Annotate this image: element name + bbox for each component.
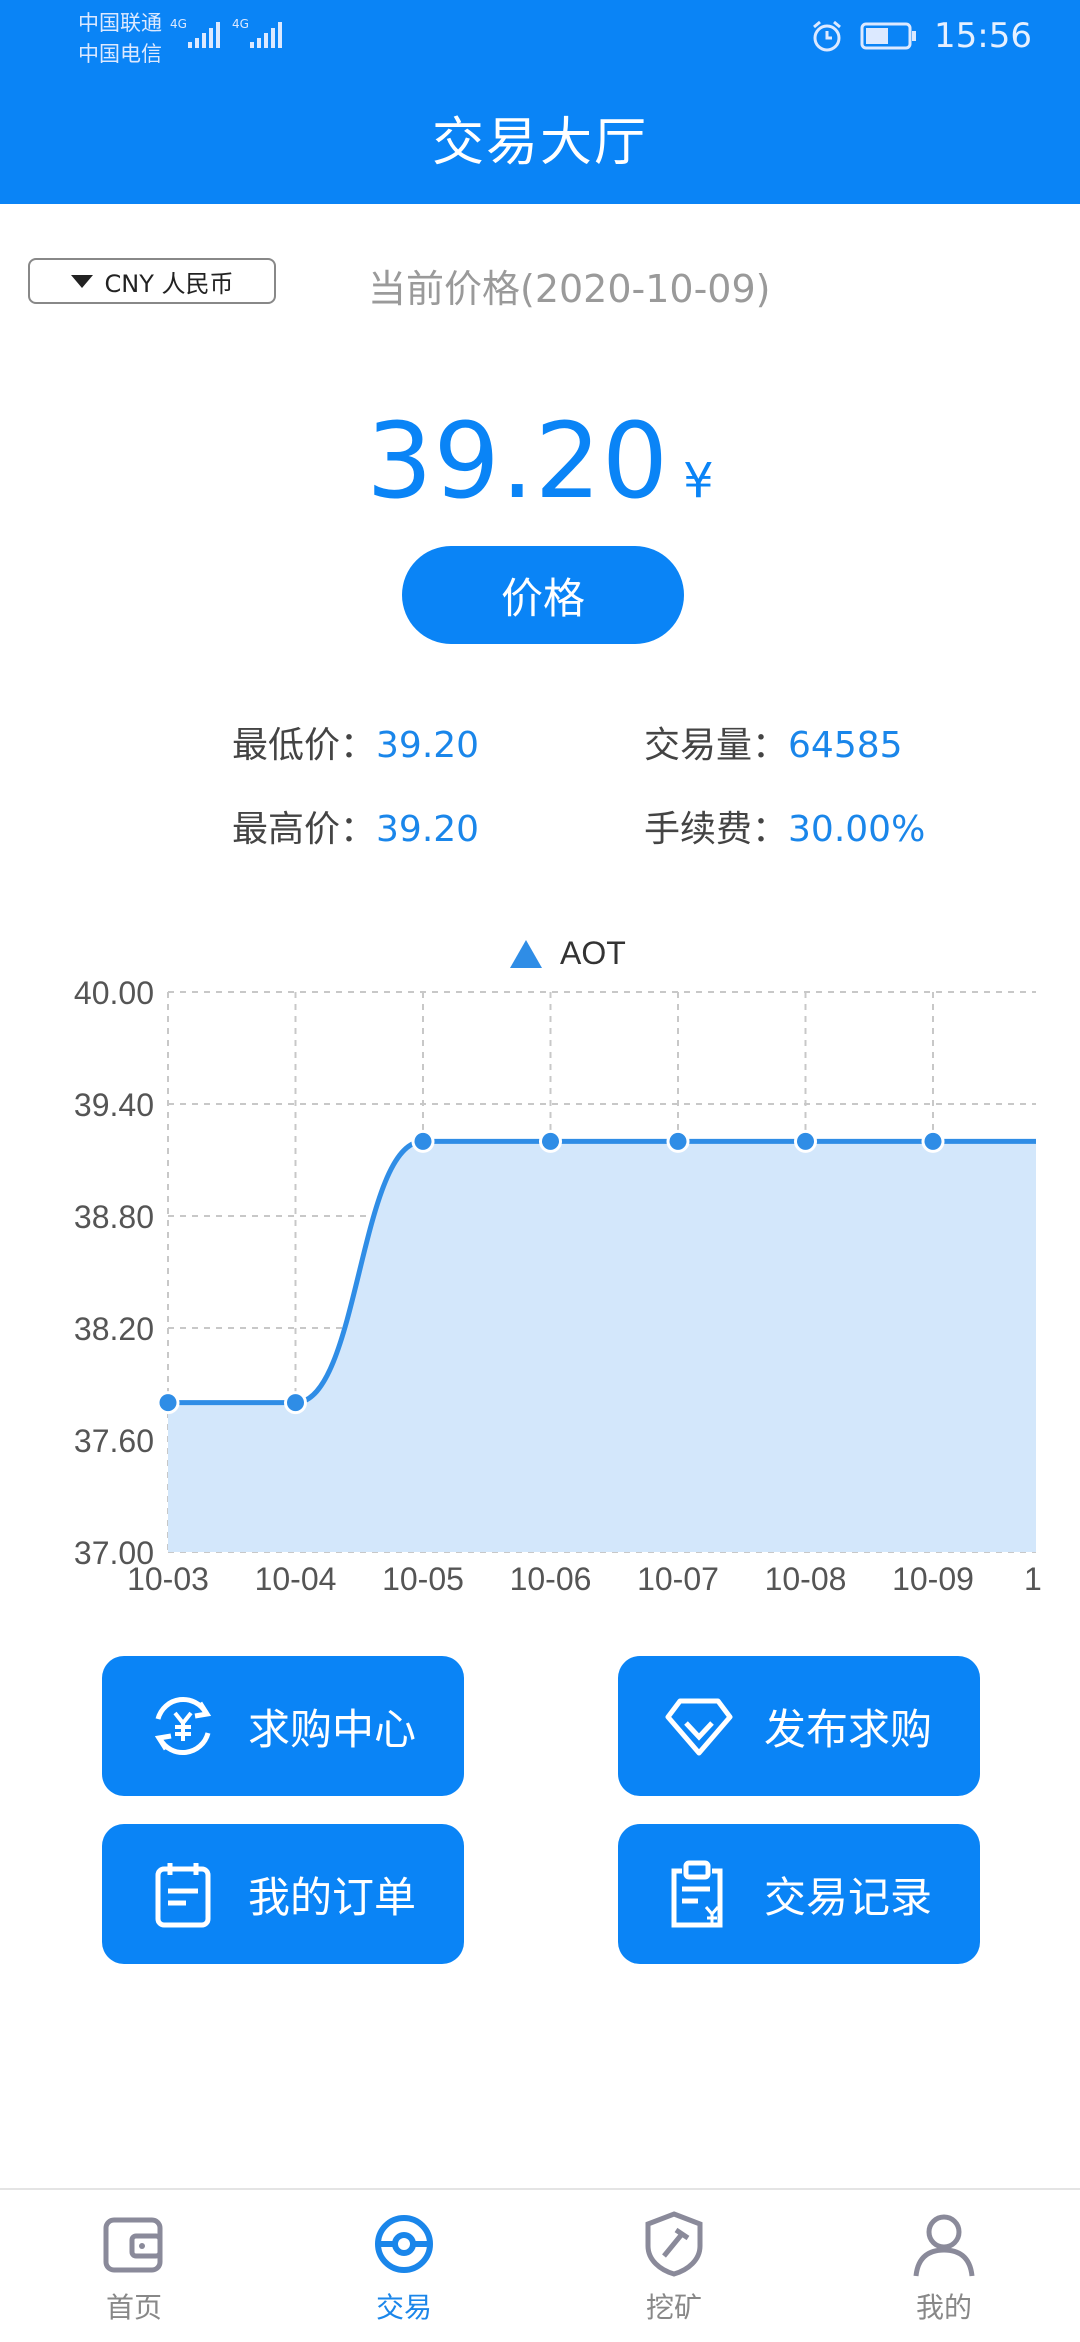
y-tick-label: 40.00 bbox=[74, 975, 154, 1011]
data-point bbox=[666, 1129, 690, 1153]
volume-value: 64585 bbox=[788, 725, 903, 766]
y-tick-label: 37.60 bbox=[74, 1423, 154, 1459]
caret-down-icon bbox=[70, 274, 93, 288]
publish-buy-label: 发布求购 bbox=[764, 1704, 933, 1754]
buy-center-label: 求购中心 bbox=[248, 1704, 417, 1754]
network-label-2: 4G bbox=[232, 17, 249, 31]
x-tick-label: 10-05 bbox=[382, 1561, 464, 1597]
legend-triangle-icon bbox=[510, 940, 542, 968]
max-price-value: 39.20 bbox=[376, 809, 480, 850]
publish-buy-button[interactable]: 发布求购 bbox=[618, 1656, 980, 1796]
buy-center-button[interactable]: 求购中心 bbox=[102, 1656, 464, 1796]
current-price: 39.20 bbox=[366, 400, 670, 522]
record-list-icon bbox=[671, 1860, 723, 1928]
trade-records-button[interactable]: 交易记录 bbox=[618, 1824, 980, 1964]
currency-selector[interactable]: CNY 人民币 bbox=[28, 258, 276, 304]
status-bar: 中国联通 中国电信 4G 4G 15:56 bbox=[0, 0, 1080, 72]
y-tick-label: 38.80 bbox=[74, 1199, 154, 1235]
diamond-icon bbox=[665, 1698, 733, 1756]
x-tick-label: 10-06 bbox=[510, 1561, 592, 1597]
min-price-stat: 最低价：39.20 bbox=[232, 716, 479, 768]
fee-stat: 手续费：30.00% bbox=[644, 800, 925, 852]
clock: 15:56 bbox=[934, 16, 1032, 56]
data-point bbox=[794, 1129, 817, 1153]
signal-icon: 4G bbox=[170, 17, 220, 48]
y-tick-label: 39.40 bbox=[74, 1087, 154, 1123]
carrier-2: 中国电信 bbox=[78, 42, 162, 66]
nav-trade-label: 交易 bbox=[375, 2291, 432, 2324]
min-price-value: 39.20 bbox=[376, 725, 480, 766]
fee-label: 手续费： bbox=[644, 809, 789, 850]
bottom-nav: 首页 交易 挖矿 我的 bbox=[0, 2188, 1080, 2342]
max-price-label: 最高价： bbox=[232, 809, 377, 850]
alarm-icon bbox=[813, 20, 841, 52]
currency-label: CNY 人民币 bbox=[104, 269, 234, 298]
nav-trade[interactable]: 交易 bbox=[314, 2208, 494, 2326]
data-point bbox=[284, 1391, 307, 1415]
x-tick-label: 10-04 bbox=[255, 1561, 337, 1597]
fee-value: 30.00% bbox=[788, 809, 926, 850]
price-button[interactable]: 价格 bbox=[402, 546, 684, 644]
min-price-label: 最低价： bbox=[232, 725, 377, 766]
wallet-icon bbox=[103, 2217, 163, 2273]
nav-home[interactable]: 首页 bbox=[44, 2208, 224, 2326]
x-tick-label: 1 bbox=[1024, 1561, 1042, 1597]
x-tick-label: 10-07 bbox=[637, 1561, 719, 1597]
x-tick-label: 10-08 bbox=[765, 1561, 847, 1597]
x-tick-label: 10-03 bbox=[127, 1561, 209, 1597]
shield-pickaxe-icon bbox=[645, 2211, 703, 2277]
data-point bbox=[921, 1129, 945, 1153]
my-orders-label: 我的订单 bbox=[248, 1872, 417, 1922]
network-label-1: 4G bbox=[170, 17, 187, 31]
data-point bbox=[411, 1129, 435, 1153]
order-clipboard-icon bbox=[155, 1863, 211, 1928]
data-point bbox=[156, 1391, 180, 1415]
volume-stat: 交易量：64585 bbox=[644, 716, 903, 768]
yen-exchange-icon bbox=[154, 1696, 212, 1756]
price-chart: AOT 37.0037.6038.2038.8039.4040.00 10-03… bbox=[74, 935, 1042, 1597]
my-orders-button[interactable]: 我的订单 bbox=[102, 1824, 464, 1964]
user-icon bbox=[913, 2214, 975, 2277]
y-tick-label: 38.20 bbox=[74, 1311, 154, 1347]
chart-legend: AOT bbox=[510, 935, 626, 971]
top-header: 中国联通 中国电信 4G 4G 15:56 交易大厅 bbox=[0, 0, 1080, 204]
current-price-date: 当前价格(2020-10-09) bbox=[368, 267, 771, 311]
signal-icon-2: 4G bbox=[232, 17, 282, 48]
nav-mine[interactable]: 我的 bbox=[854, 2208, 1034, 2326]
currency-symbol: ¥ bbox=[683, 453, 714, 509]
max-price-stat: 最高价：39.20 bbox=[232, 800, 479, 852]
volume-label: 交易量： bbox=[644, 725, 789, 766]
x-tick-label: 10-09 bbox=[892, 1561, 974, 1597]
carrier-1: 中国联通 bbox=[78, 11, 162, 35]
trade-coin-icon bbox=[375, 2215, 433, 2273]
trade-records-label: 交易记录 bbox=[764, 1872, 933, 1922]
battery-icon bbox=[860, 22, 917, 50]
nav-mining-label: 挖矿 bbox=[645, 2291, 702, 2324]
nav-mining[interactable]: 挖矿 bbox=[584, 2208, 764, 2326]
page-title: 交易大厅 bbox=[431, 113, 648, 173]
series-area bbox=[168, 1141, 1036, 1552]
price-display: 39.20 ¥ bbox=[0, 400, 1080, 522]
nav-home-label: 首页 bbox=[105, 2291, 162, 2324]
data-point bbox=[539, 1129, 562, 1153]
legend-label: AOT bbox=[560, 935, 626, 971]
nav-mine-label: 我的 bbox=[915, 2291, 972, 2324]
carrier-names: 中国联通 中国电信 bbox=[78, 8, 162, 70]
